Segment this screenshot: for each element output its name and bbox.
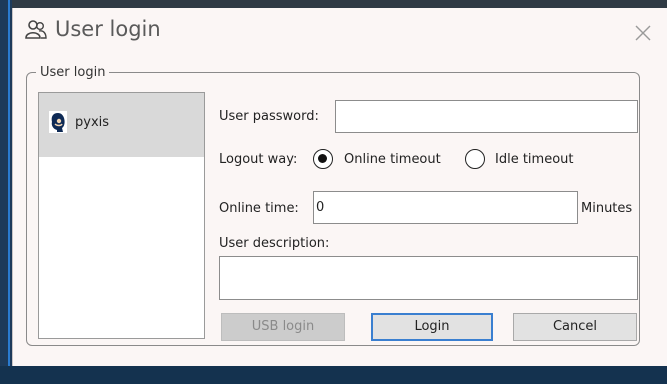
user-list[interactable]: pyxis	[38, 92, 205, 339]
radio-idle-timeout[interactable]	[465, 149, 485, 169]
online-time-input[interactable]	[313, 191, 578, 224]
logout-way-label: Logout way:	[219, 152, 298, 167]
cancel-button[interactable]: Cancel	[513, 313, 637, 341]
list-item-user[interactable]: pyxis	[39, 93, 204, 157]
close-icon[interactable]	[632, 22, 654, 44]
background-accent-stripe	[8, 0, 10, 384]
password-label: User password:	[219, 109, 319, 124]
usb-login-button[interactable]: USB login	[221, 313, 345, 341]
password-input[interactable]	[335, 100, 638, 133]
users-icon	[25, 20, 47, 39]
background-taskbar	[0, 366, 667, 384]
groupbox-legend: User login	[36, 65, 110, 80]
radio-online-timeout[interactable]	[313, 149, 333, 169]
online-timeout-label[interactable]: Online timeout	[344, 152, 441, 167]
description-textarea[interactable]	[219, 256, 638, 300]
idle-timeout-label[interactable]: Idle timeout	[495, 152, 574, 167]
login-button[interactable]: Login	[371, 313, 493, 341]
user-avatar-icon	[49, 111, 67, 133]
user-name: pyxis	[75, 115, 110, 130]
online-time-unit: Minutes	[581, 201, 633, 216]
title-bar: User login	[13, 8, 667, 56]
online-time-label: Online time:	[219, 201, 299, 216]
dialog-title: User login	[55, 17, 161, 41]
description-label: User description:	[219, 236, 330, 251]
background-window-edge	[0, 0, 12, 384]
